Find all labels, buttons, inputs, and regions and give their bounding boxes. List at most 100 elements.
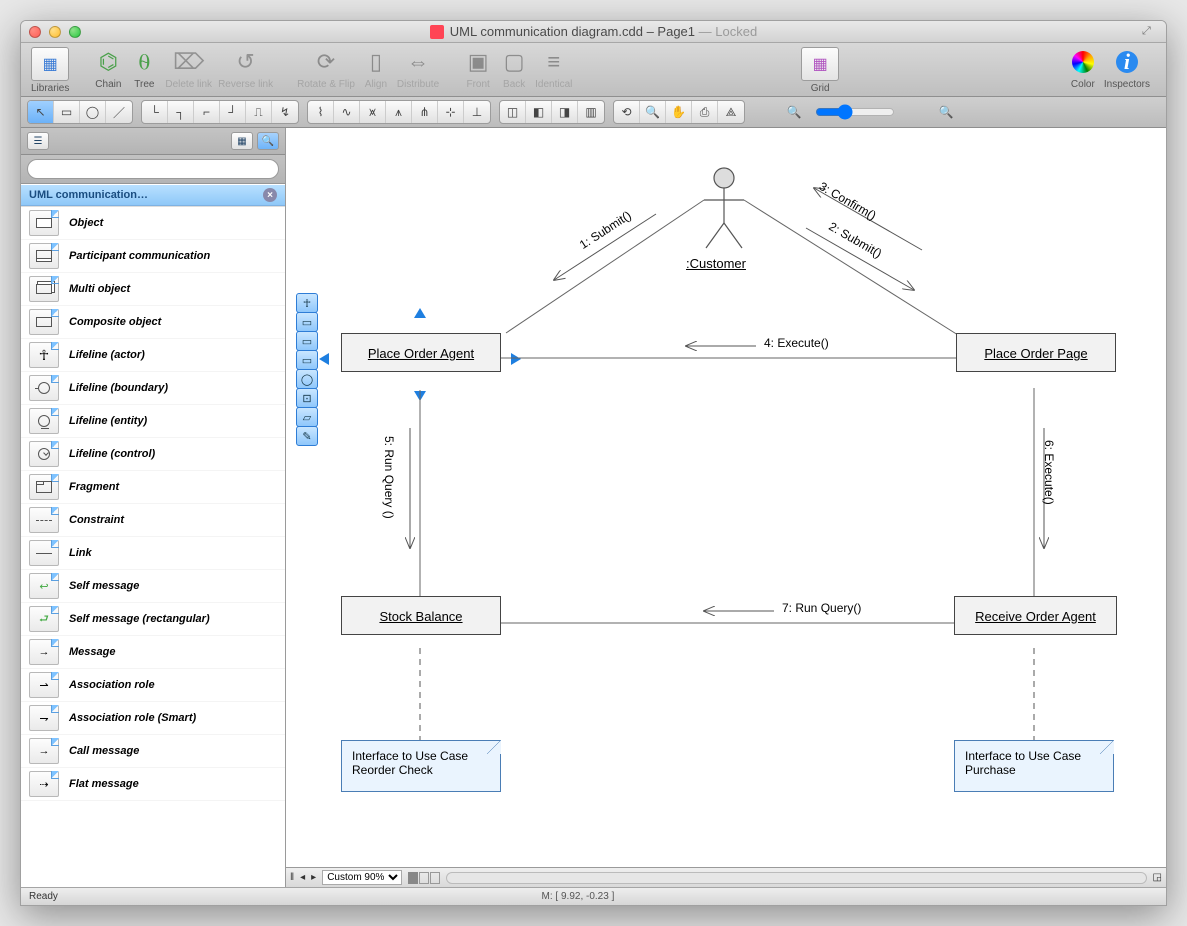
grid-button[interactable]: ▦ [801, 47, 839, 81]
path-7[interactable]: ⊥ [464, 101, 490, 123]
libraries-button[interactable]: ▦ [31, 47, 69, 81]
shape-list[interactable]: Object Participant communication Multi o… [21, 206, 285, 887]
close-library-button[interactable]: × [263, 188, 277, 202]
path-5[interactable]: ⋔ [412, 101, 438, 123]
shape-item[interactable]: Lifeline (control) [21, 438, 285, 471]
page-thumbs[interactable] [408, 872, 440, 884]
shape-item[interactable]: Object [21, 207, 285, 240]
zoom-tool[interactable]: 🔍 [640, 101, 666, 123]
close-window-button[interactable] [29, 26, 41, 38]
crop-tool[interactable]: ⎙ [692, 101, 718, 123]
conn-4[interactable]: ┘ [220, 101, 246, 123]
delete-link-button[interactable]: ⌦ [174, 47, 204, 77]
path-2[interactable]: ∿ [334, 101, 360, 123]
hand-tool[interactable]: ✋ [666, 101, 692, 123]
path-4[interactable]: ⩚ [386, 101, 412, 123]
shape-item[interactable]: Link [21, 537, 285, 570]
shape-item[interactable]: Lifeline (entity) [21, 405, 285, 438]
shape-item[interactable]: ⇢Flat message [21, 768, 285, 801]
conn-3[interactable]: ⌐ [194, 101, 220, 123]
zoom-in-icon[interactable]: 🔍 [933, 101, 959, 123]
shape-item[interactable]: Fragment [21, 471, 285, 504]
note-purchase[interactable]: Interface to Use Case Purchase [954, 740, 1114, 792]
msg-7-label: 7: Run Query() [782, 601, 861, 615]
note-reorder[interactable]: Interface to Use Case Reorder Check [341, 740, 501, 792]
conn-5[interactable]: ⎍ [246, 101, 272, 123]
shape-item[interactable]: Constraint [21, 504, 285, 537]
color-button[interactable] [1068, 47, 1098, 77]
shape-item[interactable]: Multi object [21, 273, 285, 306]
path-1[interactable]: ⌇ [308, 101, 334, 123]
actor-label: :Customer [686, 256, 746, 271]
shape-item[interactable]: ⇁Association role (Smart) [21, 702, 285, 735]
zoom-slider[interactable] [815, 104, 925, 120]
line-tool[interactable]: ／ [106, 101, 132, 123]
path-3[interactable]: ⩙ [360, 101, 386, 123]
node-place-order-page[interactable]: Place Order Page [956, 333, 1116, 372]
shape-item[interactable]: ↩Self message [21, 570, 285, 603]
prev-page-button[interactable]: ◂ [300, 872, 305, 883]
back-label: Back [503, 79, 525, 90]
shape-item[interactable]: Participant communication [21, 240, 285, 273]
path-6[interactable]: ⊹ [438, 101, 464, 123]
zoom-slider-input[interactable] [815, 104, 895, 120]
library-search-input[interactable] [27, 159, 279, 179]
libraries-label: Libraries [31, 83, 69, 94]
front-button[interactable]: ▣ [463, 47, 493, 77]
zoom-window-button[interactable] [69, 26, 81, 38]
page-name: Page1 [657, 24, 695, 39]
op-2[interactable]: ◧ [526, 101, 552, 123]
zoom-select[interactable]: Custom 90% [322, 870, 402, 885]
tree-button[interactable]: ⍬ [129, 47, 159, 77]
shape-item[interactable]: →Call message [21, 735, 285, 768]
back-button[interactable]: ▢ [499, 47, 529, 77]
rect-tool[interactable]: ▭ [54, 101, 80, 123]
node-place-order-agent[interactable]: Place Order Agent [341, 333, 501, 372]
pause-icon[interactable]: ‖ [290, 872, 294, 883]
horizontal-scrollbar[interactable] [446, 872, 1146, 884]
op-1[interactable]: ◫ [500, 101, 526, 123]
rotate-flip-button[interactable]: ⟳ [311, 47, 341, 77]
shape-item[interactable]: →Message [21, 636, 285, 669]
window-title: UML communication diagram.cdd – Page1 — … [21, 24, 1166, 39]
ellipse-tool[interactable]: ◯ [80, 101, 106, 123]
drawing-canvas[interactable]: ☥ ▭ ▭ ▭ ◯ ⊡ ▱ ✎ [286, 128, 1166, 867]
document-icon [430, 25, 444, 39]
minimize-window-button[interactable] [49, 26, 61, 38]
chain-label: Chain [95, 79, 121, 90]
next-page-button[interactable]: ▸ [311, 872, 316, 883]
conn-2[interactable]: ┐ [168, 101, 194, 123]
op-3[interactable]: ◨ [552, 101, 578, 123]
conn-1[interactable]: └ [142, 101, 168, 123]
reverse-link-button[interactable]: ↺ [231, 47, 261, 77]
shape-item[interactable]: Lifeline (boundary) [21, 372, 285, 405]
align-button[interactable]: ▯ [361, 47, 391, 77]
distribute-button[interactable]: ⇔ [403, 47, 433, 77]
library-header[interactable]: UML communication… × [21, 184, 285, 206]
view-search-button[interactable]: 🔍 [257, 132, 279, 150]
reverse-link-label: Reverse link [218, 79, 273, 90]
pointer-tool[interactable]: ↖ [28, 101, 54, 123]
locked-indicator: Locked [715, 24, 757, 39]
view-list-button[interactable]: ☰ [27, 132, 49, 150]
title-bar: UML communication diagram.cdd – Page1 — … [21, 21, 1166, 43]
view-grid-button[interactable]: ▦ [231, 132, 253, 150]
refresh-tool[interactable]: ⟲ [614, 101, 640, 123]
shape-item[interactable]: ⇀Association role [21, 669, 285, 702]
shape-item[interactable]: ☥Lifeline (actor) [21, 339, 285, 372]
shape-item[interactable]: ⮐Self message (rectangular) [21, 603, 285, 636]
node-receive-order-agent[interactable]: Receive Order Agent [954, 596, 1117, 635]
zoom-out-btn[interactable]: 🔍 [781, 101, 807, 123]
identical-button[interactable]: ≡ [539, 47, 569, 77]
inspectors-button[interactable]: i [1112, 47, 1142, 77]
fullscreen-icon[interactable]: ⤢ [1142, 25, 1158, 39]
resize-grip-icon[interactable]: ◲ [1153, 872, 1162, 883]
shape-item[interactable]: Composite object [21, 306, 285, 339]
node-stock-balance[interactable]: Stock Balance [341, 596, 501, 635]
op-4[interactable]: ▥ [578, 101, 604, 123]
zoom-out-icon[interactable]: 🔍 [781, 101, 807, 123]
conn-6[interactable]: ↯ [272, 101, 298, 123]
main-toolbar: ▦ Libraries ⌬ Chain ⍬ Tree ⌦ Delete link… [21, 43, 1166, 97]
ruler-tool[interactable]: ⟁ [718, 101, 744, 123]
chain-button[interactable]: ⌬ [93, 47, 123, 77]
